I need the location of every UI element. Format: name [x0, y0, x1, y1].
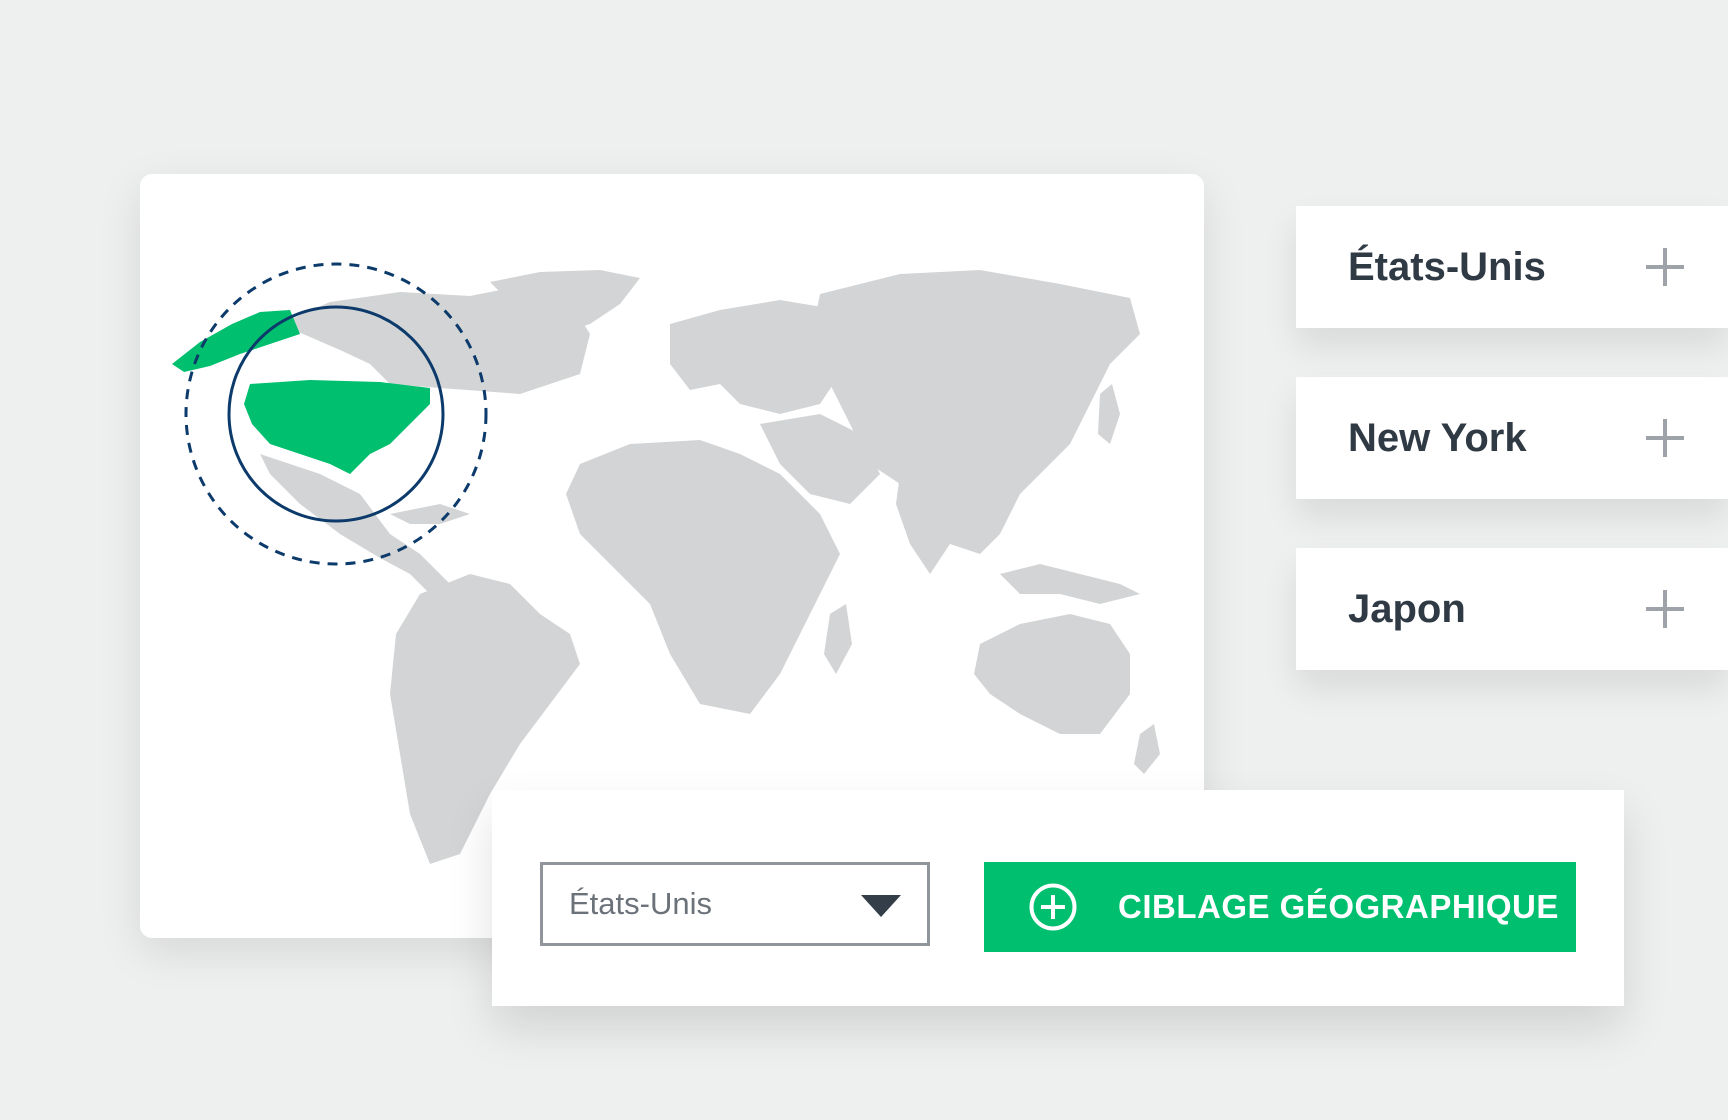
map-region-india [896, 474, 970, 574]
chevron-down-icon [861, 895, 901, 917]
map-region-australia [974, 614, 1130, 734]
country-select[interactable]: États-Unis [540, 862, 930, 946]
location-label: Japon [1348, 587, 1466, 631]
location-label: États-Unis [1348, 245, 1546, 289]
plus-icon[interactable] [1646, 248, 1684, 286]
location-label: New York [1348, 416, 1527, 460]
map-region-madagascar [824, 604, 852, 674]
map-region-caribbean [390, 504, 470, 524]
geo-targeting-button[interactable]: CIBLAGE GÉOGRAPHIQUE [984, 862, 1576, 952]
panel-pointer [1028, 752, 1092, 791]
location-item-japon[interactable]: Japon [1296, 548, 1728, 670]
location-item-etats-unis[interactable]: États-Unis [1296, 206, 1728, 328]
map-region-japan [1098, 384, 1120, 444]
plus-icon[interactable] [1646, 590, 1684, 628]
map-region-indonesia [1000, 564, 1140, 604]
country-select-value: États-Unis [569, 886, 712, 921]
map-region-asia [810, 270, 1140, 554]
plus-icon[interactable] [1646, 419, 1684, 457]
targeting-panel: États-Unis CIBLAGE GÉOGRAPHIQUE [492, 790, 1624, 1006]
location-item-new-york[interactable]: New York [1296, 377, 1728, 499]
plus-circle-icon [1029, 883, 1077, 931]
geo-targeting-button-label: CIBLAGE GÉOGRAPHIQUE [1118, 888, 1559, 925]
map-region-alaska [172, 310, 300, 372]
map-region-new-zealand [1134, 724, 1160, 774]
